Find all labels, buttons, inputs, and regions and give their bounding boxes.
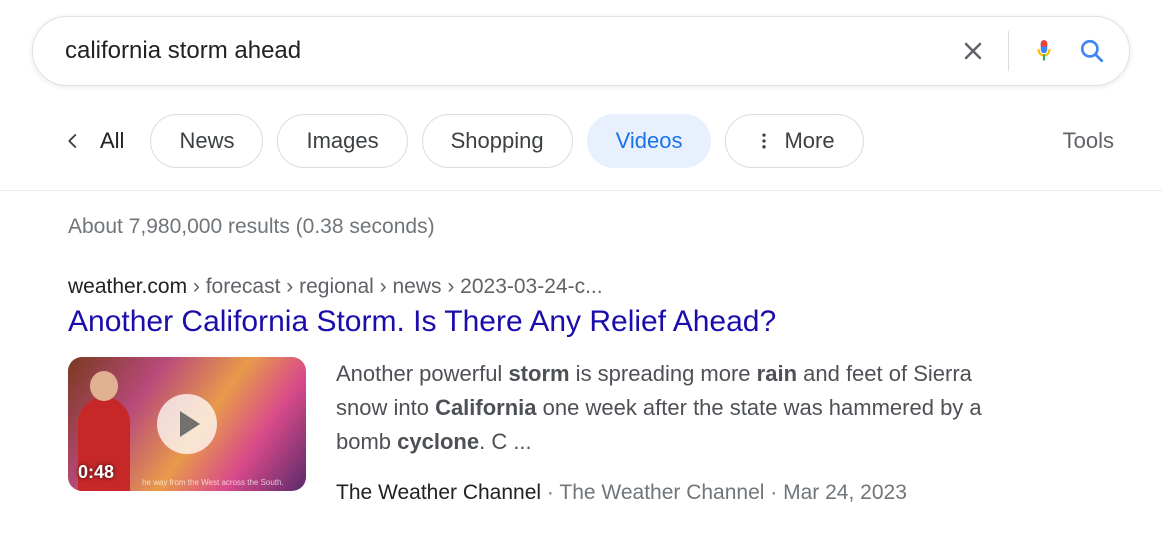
video-duration: 0:48 (78, 462, 114, 483)
tab-images[interactable]: Images (277, 114, 407, 168)
breadcrumb-domain: weather.com (68, 275, 187, 298)
search-input[interactable] (65, 37, 960, 65)
result-byline: The Weather Channel · The Weather Channe… (336, 481, 1000, 505)
thumbnail-caption: he way from the West across the South. (142, 478, 300, 487)
publisher: The Weather Channel (336, 481, 541, 504)
result-stats: About 7,980,000 results (0.38 seconds) (0, 191, 1162, 239)
result-snippet: Another powerful storm is spreading more… (336, 357, 1000, 459)
search-icon[interactable] (1079, 38, 1105, 64)
tab-videos[interactable]: Videos (587, 114, 712, 168)
more-dots-icon (754, 131, 774, 151)
breadcrumb[interactable]: weather.com › forecast › regional › news… (68, 275, 1000, 299)
tab-all[interactable]: All (100, 128, 124, 154)
search-result: weather.com › forecast › regional › news… (0, 239, 1060, 505)
search-bar[interactable] (32, 16, 1130, 86)
breadcrumb-path: › forecast › regional › news › 2023-03-2… (187, 275, 603, 298)
tools-button[interactable]: Tools (1063, 128, 1114, 154)
tab-more-label: More (784, 128, 834, 154)
publisher-secondary: The Weather Channel (559, 481, 764, 504)
tab-news[interactable]: News (150, 114, 263, 168)
video-thumbnail[interactable]: 0:48 he way from the West across the Sou… (68, 357, 306, 491)
clear-icon[interactable] (960, 38, 986, 64)
chevron-left-icon[interactable] (64, 132, 82, 150)
tabs-row: All News Images Shopping Videos More Too… (0, 86, 1162, 191)
divider (1008, 31, 1009, 71)
mic-icon[interactable] (1031, 38, 1057, 64)
tab-more[interactable]: More (725, 114, 863, 168)
tab-shopping[interactable]: Shopping (422, 114, 573, 168)
result-date: Mar 24, 2023 (783, 481, 907, 504)
result-title[interactable]: Another California Storm. Is There Any R… (68, 299, 1000, 339)
play-icon (157, 394, 217, 454)
